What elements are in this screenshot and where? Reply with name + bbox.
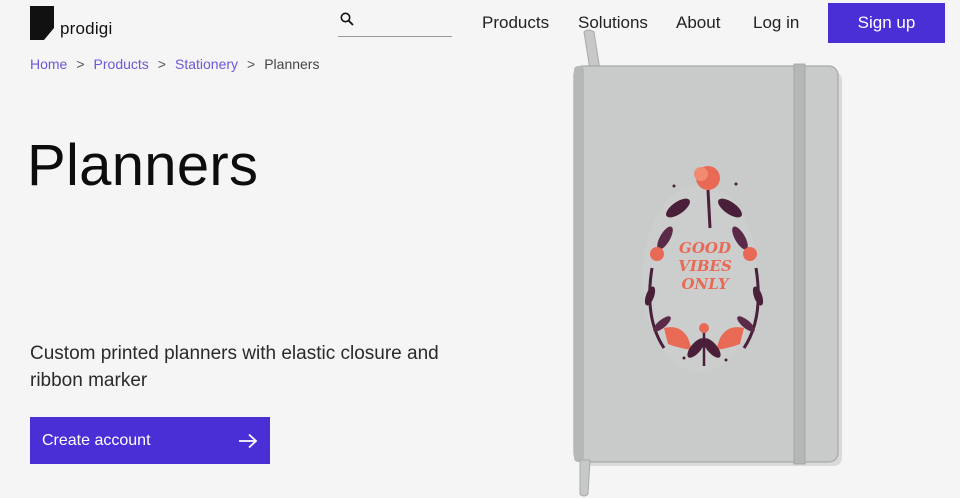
breadcrumb: Home > Products > Stationery > Planners [30,56,319,72]
page-title: Planners [27,133,259,198]
nav-products[interactable]: Products [482,13,549,33]
search-input[interactable] [360,8,450,36]
create-account-button[interactable]: Create account [30,417,270,464]
planner-product-image: GOOD VIBES ONLY [573,29,842,497]
breadcrumb-separator: > [247,56,256,72]
prodigi-logo-icon [30,6,54,40]
cover-text-line: GOOD [679,239,731,257]
logo-text: prodigi [60,19,113,38]
cover-text-line: VIBES [678,257,732,275]
cover-text-line: ONLY [681,275,729,293]
breadcrumb-current: Planners [264,56,320,72]
search-box[interactable] [338,8,452,37]
breadcrumb-separator: > [157,56,166,72]
breadcrumb-products[interactable]: Products [94,56,149,72]
arrow-right-icon [239,433,258,448]
search-icon[interactable] [340,12,354,26]
breadcrumb-stationery[interactable]: Stationery [175,56,238,72]
breadcrumb-separator: > [76,56,85,72]
page-subtitle: Custom printed planners with elastic clo… [30,343,439,391]
logo[interactable]: prodigi [30,6,112,40]
breadcrumb-home[interactable]: Home [30,56,67,72]
create-account-label: Create account [42,431,151,449]
